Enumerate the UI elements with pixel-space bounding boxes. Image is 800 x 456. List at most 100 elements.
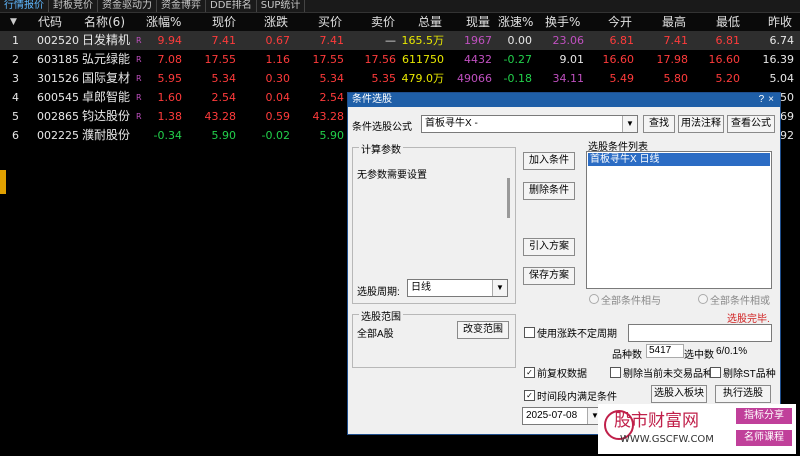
col-code[interactable]: 代码 — [38, 13, 62, 31]
col-low[interactable]: 最低 — [716, 13, 740, 31]
table-row[interactable]: 1 002520 日发精机 R 9.94 7.41 0.67 7.41 — 165.5万 1967 0… — [0, 31, 800, 50]
adjust-checkbox[interactable]: ✓ — [524, 367, 535, 378]
tag-indicator-share[interactable]: 指标分享 — [736, 408, 792, 424]
col-pct[interactable]: 涨幅% — [146, 13, 181, 31]
cell-idx: 4 — [12, 91, 19, 104]
add-to-block-button[interactable]: 选股入板块 — [651, 385, 707, 403]
tab-fund-game[interactable]: 资金博弈 — [157, 0, 206, 12]
cell-code: 301526 — [37, 72, 79, 85]
cell-idx: 6 — [12, 129, 19, 142]
find-button[interactable]: 查找 — [643, 115, 675, 133]
col-open[interactable]: 今开 — [608, 13, 632, 31]
side-expand-handle[interactable] — [0, 170, 6, 194]
formula-select[interactable]: 首板寻牛X - ▼ — [421, 115, 638, 133]
period-select[interactable]: 日线 ▼ — [407, 279, 508, 297]
chevron-down-icon[interactable]: ▼ — [492, 280, 507, 296]
watermark-url: WWW.GSCFW.COM — [620, 434, 714, 445]
condition-list[interactable]: 首板寻牛X 日线 — [586, 151, 772, 289]
cell-prev: 16.39 — [762, 53, 795, 66]
cell-name: 钧达股份 — [82, 109, 131, 123]
uncertain-period-checkbox[interactable] — [524, 327, 535, 338]
exclude-untraded-checkbox[interactable] — [610, 367, 621, 378]
save-plan-button[interactable]: 保存方案 — [523, 267, 575, 285]
cell-flag: R — [136, 74, 142, 83]
table-row[interactable]: 3 301526 国际复材 R 5.95 5.34 0.30 5.34 5.35 479.0万 49… — [0, 69, 800, 88]
cell-bid: 43.28 — [312, 110, 345, 123]
tag-teacher-course[interactable]: 名师课程 — [736, 430, 792, 446]
tab-fund-drive[interactable]: 资金驱动力 — [98, 0, 157, 12]
tab-quotes[interactable]: 行情报价 — [0, 0, 49, 12]
import-plan-button[interactable]: 引入方案 — [523, 238, 575, 256]
chevron-down-icon[interactable]: ▼ — [622, 116, 637, 132]
usage-button[interactable]: 用法注释 — [678, 115, 724, 133]
selected-label: 选中数 — [684, 350, 714, 361]
tab-auction[interactable]: 封板竞价 — [49, 0, 98, 12]
col-turn[interactable]: 换手% — [545, 13, 580, 31]
change-range-button[interactable]: 改变范围 — [457, 321, 509, 339]
cell-chg: 0.04 — [265, 91, 291, 104]
cell-high: 17.98 — [656, 53, 689, 66]
dialog-titlebar: 条件选股 ?× — [348, 93, 780, 107]
cell-pct: 1.60 — [157, 91, 183, 104]
params-scrollbar[interactable] — [507, 178, 510, 218]
col-high[interactable]: 最高 — [662, 13, 686, 31]
exclude-st-checkbox[interactable] — [710, 367, 721, 378]
table-row[interactable]: 2 603185 弘元绿能 R 7.08 17.55 1.16 17.55 17.56 61175… — [0, 50, 800, 69]
radio-and[interactable] — [589, 294, 599, 304]
list-item[interactable]: 首板寻牛X 日线 — [588, 153, 770, 166]
cell-low: 5.20 — [715, 72, 741, 85]
col-ask[interactable]: 卖价 — [371, 13, 395, 31]
col-price[interactable]: 现价 — [212, 13, 236, 31]
radio-and-label: 全部条件相与 — [601, 296, 661, 307]
cell-code: 002520 — [37, 34, 79, 47]
cell-speed: 0.00 — [507, 34, 533, 47]
cell-code: 603185 — [37, 53, 79, 66]
col-cur[interactable]: 现量 — [466, 13, 490, 31]
cell-bid: 5.90 — [319, 129, 345, 142]
cell-pct: 1.38 — [157, 110, 183, 123]
close-icon[interactable]: × — [768, 94, 778, 105]
cell-chg: 0.67 — [265, 34, 291, 47]
count-value: 5417 — [646, 344, 684, 358]
radio-or[interactable] — [698, 294, 708, 304]
sort-arrow-icon[interactable]: ▼ — [10, 13, 17, 31]
col-vol[interactable]: 总量 — [418, 13, 442, 31]
tab-sup[interactable]: SUP统计 — [257, 0, 306, 12]
col-speed[interactable]: 涨速% — [498, 13, 533, 31]
add-condition-button[interactable]: 加入条件 — [523, 152, 575, 170]
cell-idx: 3 — [12, 72, 19, 85]
stock-screen-dialog: 条件选股 ?× 条件选股公式 首板寻牛X - ▼ 查找 用法注释 查看公式 计算… — [347, 92, 781, 435]
execute-button[interactable]: 执行选股 — [715, 385, 771, 403]
date-picker[interactable]: 2025-07-08 ▼ — [522, 407, 603, 425]
cell-high: 7.41 — [663, 34, 689, 47]
cell-ask: 5.35 — [371, 72, 397, 85]
timerange-checkbox[interactable]: ✓ — [524, 390, 535, 401]
cell-bid: 17.55 — [312, 53, 345, 66]
cell-open: 5.49 — [609, 72, 635, 85]
uncertain-period-label: 使用涨跌不定周期 — [537, 329, 617, 340]
uncertain-period-input[interactable] — [628, 324, 772, 342]
cell-ask: — — [385, 34, 396, 47]
tab-dde[interactable]: DDE排名 — [206, 0, 257, 12]
help-icon[interactable]: ? — [759, 94, 769, 105]
cell-bid: 7.41 — [319, 34, 345, 47]
cell-ask: 17.56 — [364, 53, 397, 66]
cell-open: 16.60 — [602, 53, 635, 66]
exclude-untraded-label: 剔除当前未交易品种 — [623, 369, 713, 380]
view-formula-button[interactable]: 查看公式 — [727, 115, 775, 133]
col-chg[interactable]: 涨跌 — [264, 13, 288, 31]
formula-value: 首板寻牛X - — [425, 118, 478, 129]
col-bid[interactable]: 买价 — [318, 13, 342, 31]
col-name[interactable]: 名称(6) — [84, 13, 125, 31]
cell-code: 002865 — [37, 110, 79, 123]
delete-condition-button[interactable]: 删除条件 — [523, 182, 575, 200]
cell-chg: 0.59 — [265, 110, 291, 123]
cell-price: 7.41 — [211, 34, 237, 47]
col-prev[interactable]: 昨收 — [768, 13, 792, 31]
params-group-label: 计算参数 — [359, 141, 403, 156]
cell-name: 国际复材 — [82, 71, 131, 85]
cell-low: 6.81 — [715, 34, 741, 47]
range-value: 全部A股 — [357, 329, 394, 340]
cell-flag: R — [136, 36, 142, 45]
exclude-st-label: 剔除ST品种 — [723, 369, 776, 380]
